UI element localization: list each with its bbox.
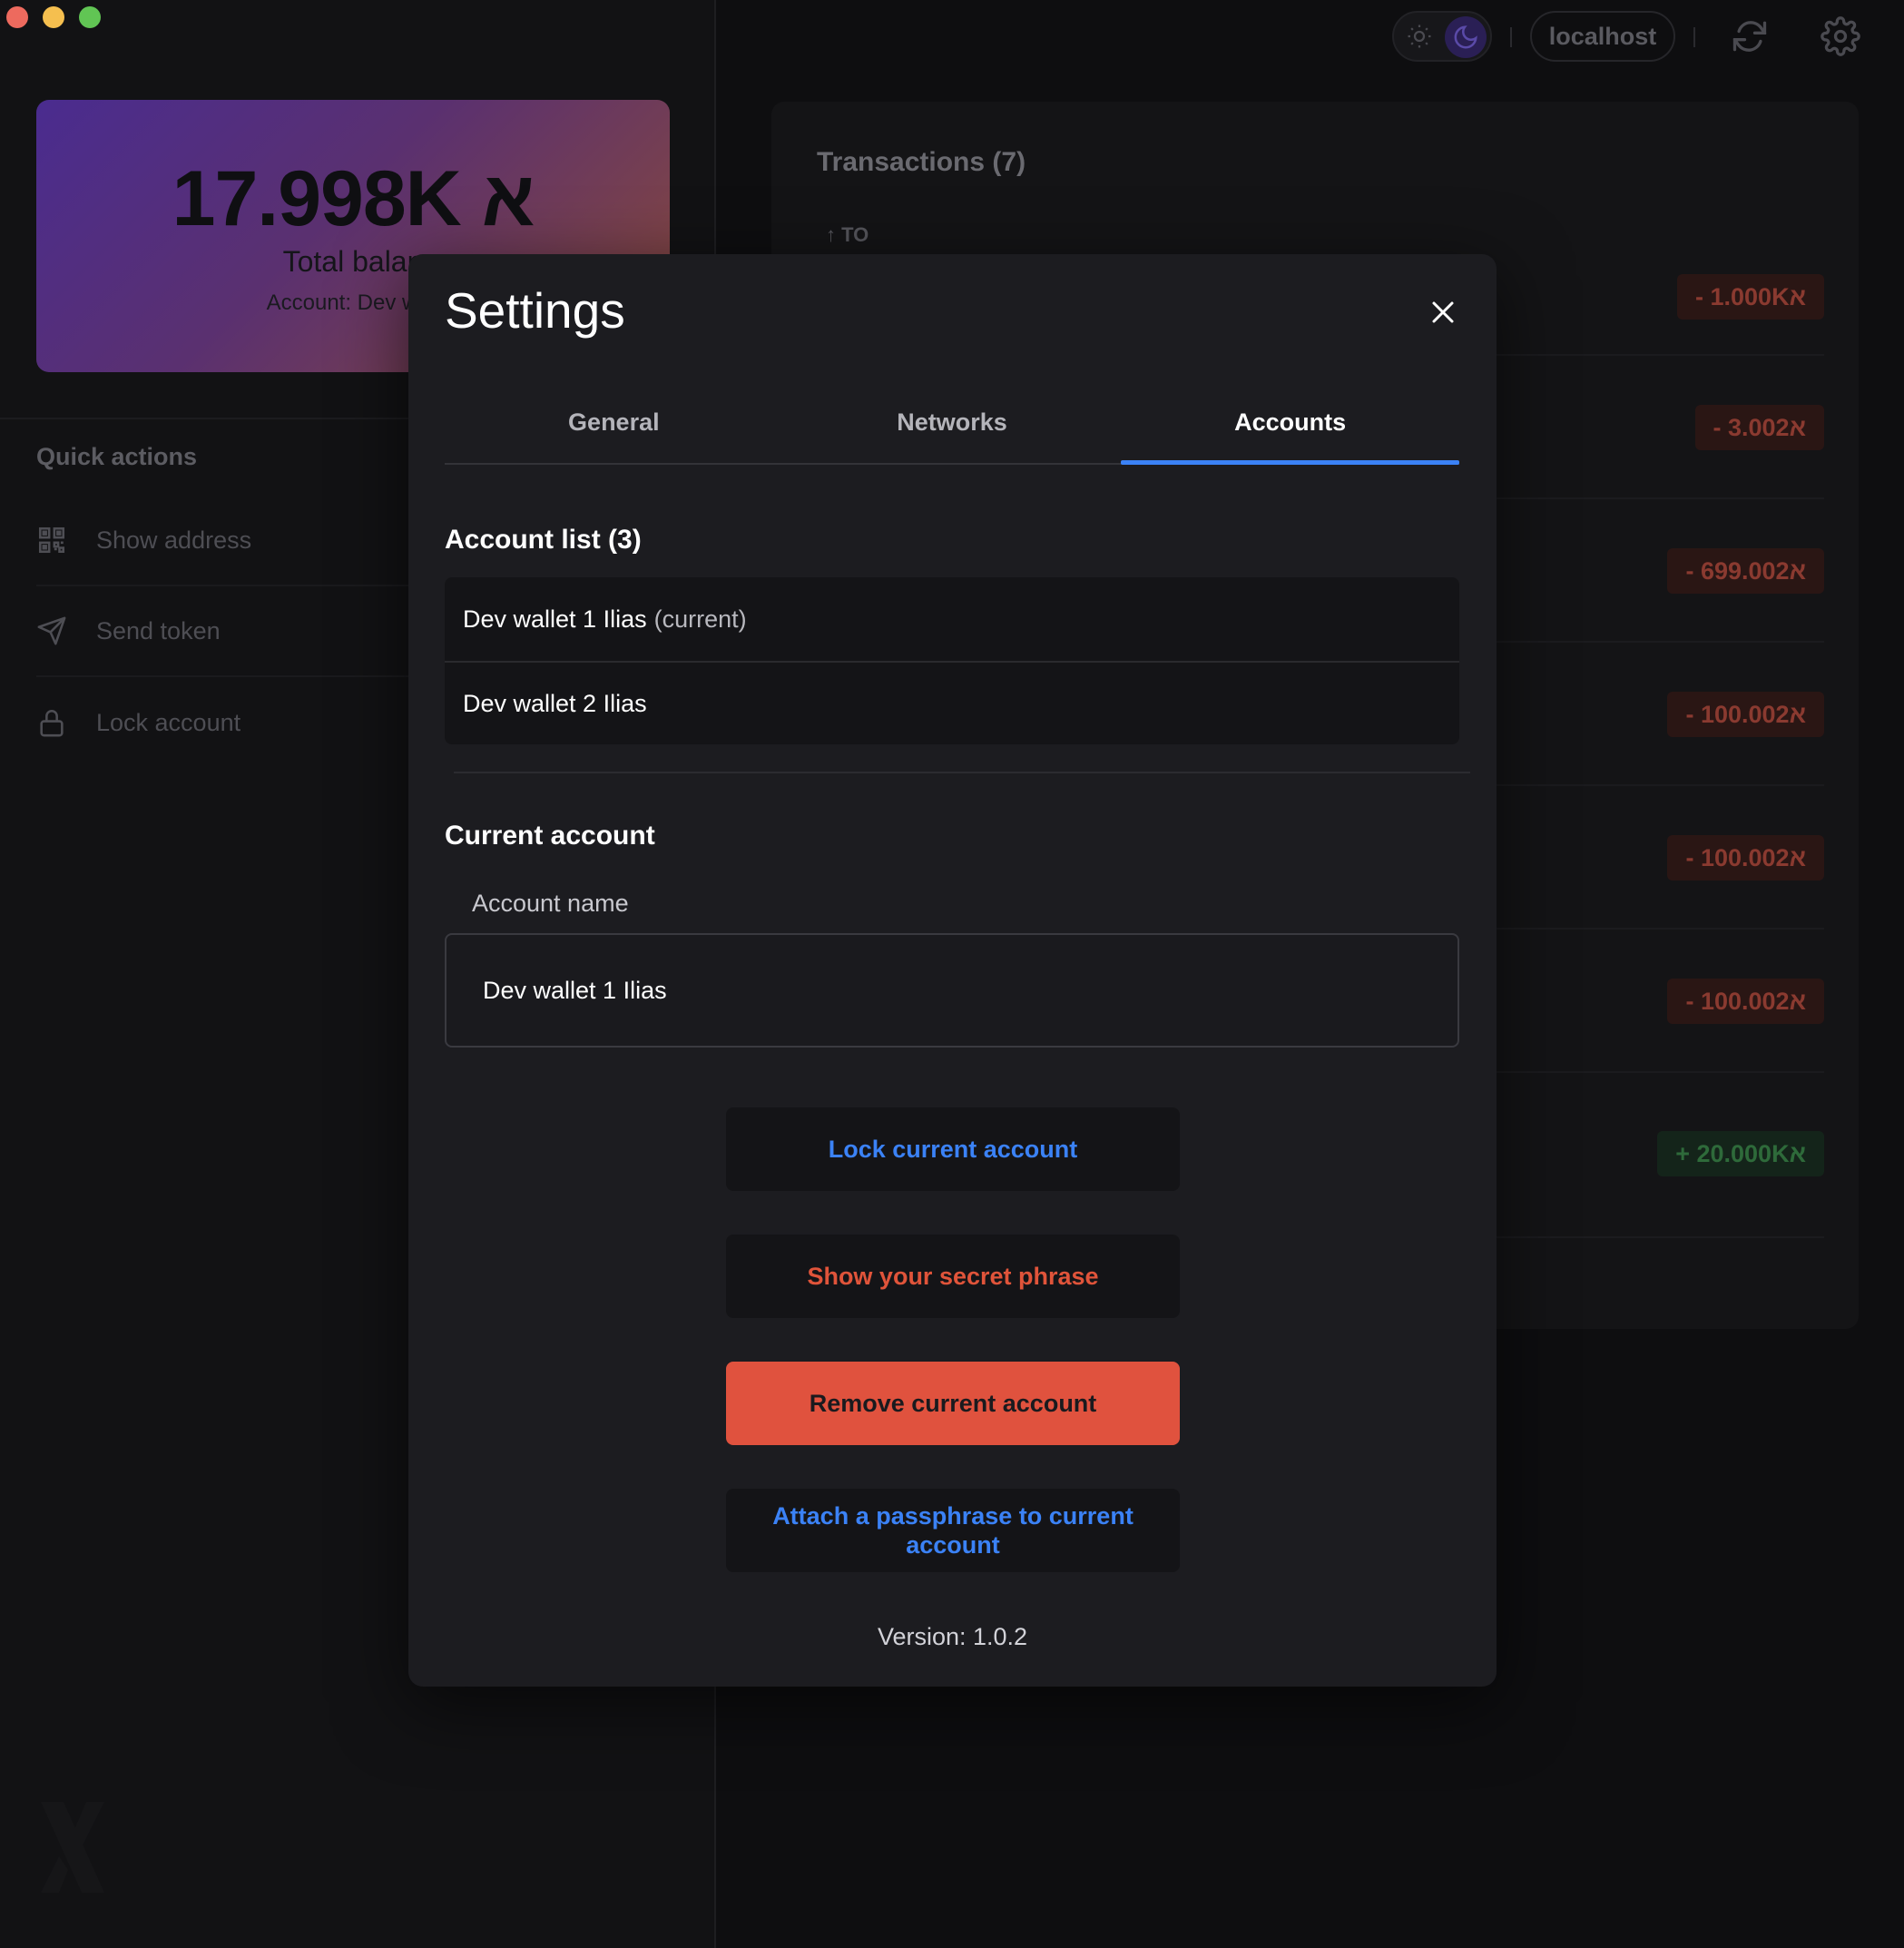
tab-networks[interactable]: Networks — [783, 408, 1122, 463]
account-name-label: Account name — [472, 890, 629, 917]
transaction-amount: - 100.002א — [1667, 835, 1824, 881]
quick-actions-title: Quick actions — [36, 443, 198, 470]
settings-modal: Settings General Networks Accounts Accou… — [408, 254, 1497, 1687]
transaction-amount: - 100.002א — [1667, 692, 1824, 737]
qr-code-icon — [36, 525, 67, 556]
transactions-title: Transactions (7) — [817, 147, 1026, 177]
moon-icon[interactable] — [1445, 16, 1487, 58]
attach-passphrase-button[interactable]: Attach a passphrase to current account — [726, 1489, 1180, 1572]
account-name: Dev wallet 2 Ilias — [463, 689, 647, 717]
sun-icon[interactable] — [1403, 20, 1436, 53]
window-controls — [6, 6, 101, 28]
quick-action-label: Send token — [96, 616, 221, 644]
network-selector[interactable]: localhost — [1530, 11, 1675, 62]
tab-accounts[interactable]: Accounts — [1121, 408, 1459, 465]
lock-icon — [36, 707, 67, 738]
lock-current-account-button[interactable]: Lock current account — [726, 1107, 1180, 1191]
gear-icon[interactable] — [1821, 16, 1860, 56]
remove-current-account-button[interactable]: Remove current account — [726, 1362, 1180, 1445]
transaction-amount: + 20.000Kא — [1657, 1131, 1824, 1176]
account-name: Dev wallet 1 Ilias — [463, 605, 647, 633]
account-list-item[interactable]: Dev wallet 2 Ilias — [445, 661, 1459, 744]
theme-toggle[interactable] — [1392, 11, 1492, 62]
current-badge: (current) — [653, 605, 747, 633]
account-list-title: Account list (3) — [445, 525, 642, 555]
window-minimize-button[interactable] — [43, 6, 64, 28]
account-list: Dev wallet 1 Ilias (current) Dev wallet … — [445, 577, 1459, 744]
send-icon — [36, 615, 67, 646]
settings-tabs: General Networks Accounts — [445, 408, 1459, 465]
transaction-amount: - 3.002א — [1694, 405, 1824, 450]
version-label: Version: 1.0.2 — [877, 1623, 1028, 1650]
window-maximize-button[interactable] — [79, 6, 101, 28]
account-name-input[interactable] — [445, 933, 1459, 1048]
quick-action-label: Lock account — [96, 708, 241, 736]
tab-general[interactable]: General — [445, 408, 783, 463]
transaction-amount: - 699.002א — [1667, 548, 1824, 594]
close-icon[interactable] — [1425, 294, 1461, 330]
transaction-amount: - 100.002א — [1667, 979, 1824, 1024]
balance-amount: 17.998K א — [172, 155, 535, 242]
account-list-item[interactable]: Dev wallet 1 Ilias (current) — [445, 577, 1459, 661]
refresh-icon[interactable] — [1730, 16, 1770, 56]
divider — [454, 772, 1470, 773]
divider — [1693, 27, 1695, 47]
divider — [1510, 27, 1512, 47]
brand-logo — [36, 1793, 109, 1902]
show-secret-phrase-button[interactable]: Show your secret phrase — [726, 1235, 1180, 1318]
quick-action-label: Show address — [96, 526, 252, 554]
window-close-button[interactable] — [6, 6, 28, 28]
current-account-title: Current account — [445, 821, 655, 851]
modal-title: Settings — [445, 282, 625, 339]
transaction-amount: - 1.000Kא — [1677, 274, 1824, 320]
